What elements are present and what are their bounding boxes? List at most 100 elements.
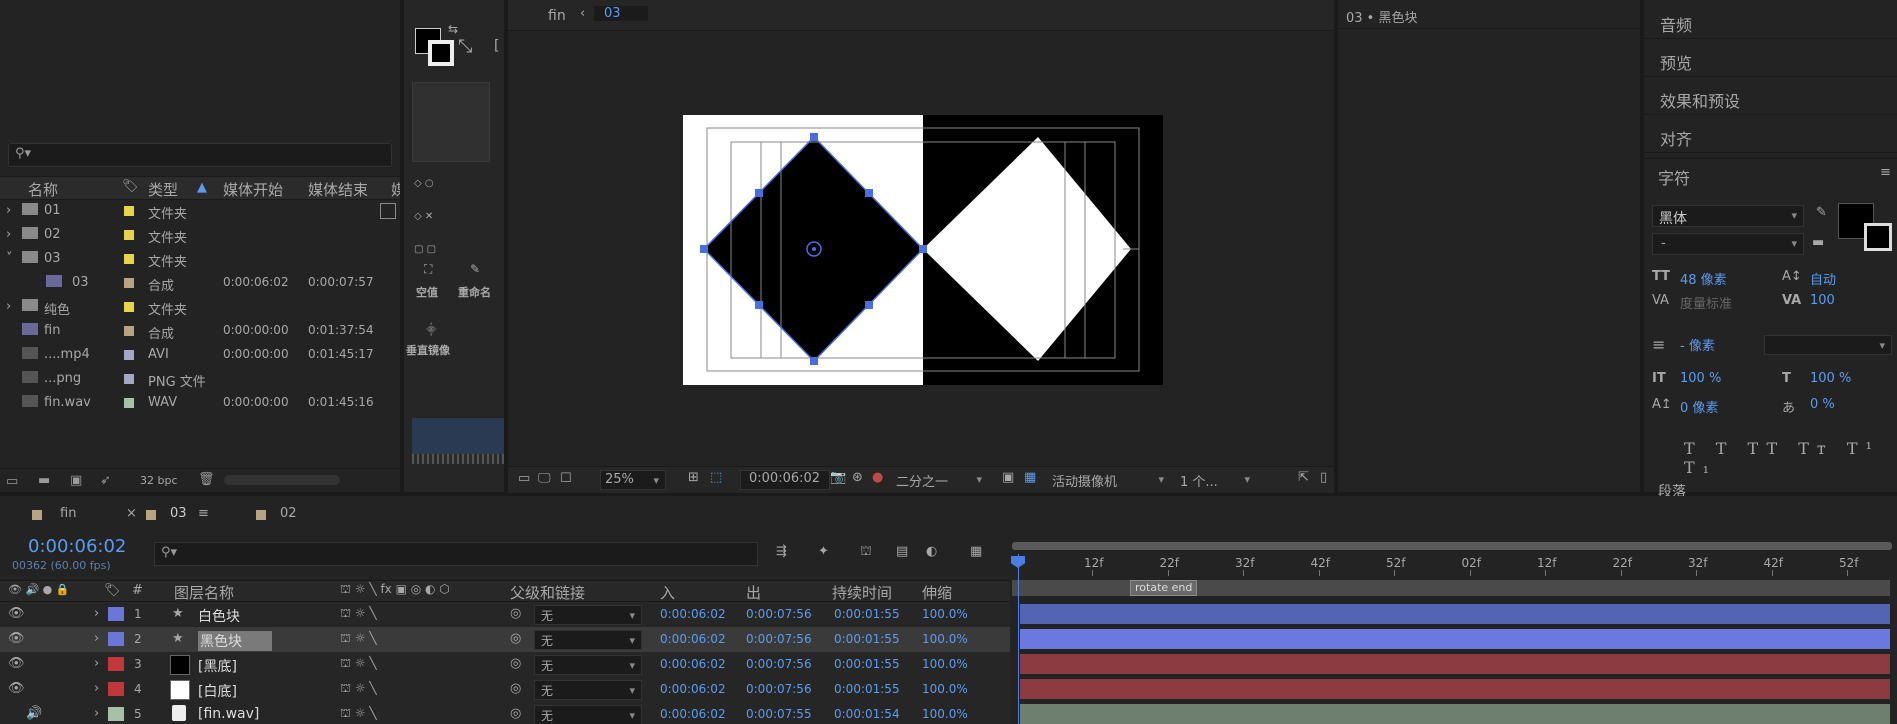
- horizontal-scale-value[interactable]: 100 %: [1810, 371, 1851, 386]
- col-layer-name[interactable]: 图层名称: [174, 582, 234, 603]
- parent-dropdown[interactable]: 无: [534, 705, 642, 724]
- project-item[interactable]: ˅ 03 文件夹: [0, 247, 400, 271]
- layer-row[interactable]: 👁 › 4 [白底] ⛫ ☼ ╲ ◎ 无 0:00:06:02 0:00:07:56 0:00:0…: [0, 677, 1010, 703]
- select-tool-icon[interactable]: ⤡: [458, 36, 472, 57]
- tab-02[interactable]: 02: [256, 506, 336, 526]
- panel-effects[interactable]: 效果和预设: [1644, 82, 1897, 115]
- tool-option[interactable]: ◇ ○: [414, 178, 434, 189]
- stroke-width-value[interactable]: - 像素: [1680, 335, 1715, 354]
- layer-stretch[interactable]: 100.0%: [922, 607, 968, 621]
- current-time[interactable]: 0:00:06:02: [28, 536, 126, 557]
- eye-icon[interactable]: 👁: [8, 656, 25, 671]
- tsume-value[interactable]: 0 %: [1810, 397, 1835, 412]
- zoom-dropdown[interactable]: 25%: [600, 470, 666, 490]
- col-parent[interactable]: 父级和链接: [510, 582, 585, 603]
- layer-row[interactable]: 👁 › 1 ★ 白色块 ⛫ ☼ ╲ ◎ 无 0:00:06:02 0:00:07:56 0:00:0…: [0, 602, 1010, 628]
- rename-icon[interactable]: ✎: [470, 262, 480, 276]
- rename-label[interactable]: 重命名: [458, 284, 491, 300]
- expand-icon[interactable]: ˅: [6, 251, 13, 266]
- resolution-dropdown[interactable]: 二分之一: [892, 470, 988, 490]
- expand-icon[interactable]: ›: [94, 681, 99, 696]
- roi-icon[interactable]: ▣: [1002, 470, 1014, 485]
- flip-vertical-label[interactable]: 垂直镜像: [406, 342, 450, 358]
- expand-icon[interactable]: ›: [94, 631, 99, 646]
- tab-menu-icon[interactable]: ≡: [198, 506, 209, 521]
- project-item[interactable]: › 01 文件夹: [0, 199, 400, 223]
- comp-canvas[interactable]: [683, 115, 1163, 385]
- vertical-scale-value[interactable]: 100 %: [1680, 371, 1721, 386]
- layer-out[interactable]: 0:00:07:56: [746, 632, 812, 646]
- switches-icons[interactable]: ⛫ ☼ ╲: [340, 656, 377, 672]
- kerning-value[interactable]: 度量标准: [1680, 293, 1732, 312]
- panel-menu-icon[interactable]: ≡: [1880, 165, 1891, 180]
- layout-icon[interactable]: ▯: [1320, 470, 1327, 485]
- layer-out[interactable]: 0:00:07:56: [746, 657, 812, 671]
- switches-icons[interactable]: ⛫ ☼ ╲: [340, 706, 377, 722]
- tab-fin[interactable]: fin ×: [32, 506, 142, 526]
- stroke-color-box[interactable]: [1864, 223, 1892, 251]
- layer-in[interactable]: 0:00:06:02: [660, 682, 726, 696]
- new-comp-icon[interactable]: ▣: [70, 473, 82, 488]
- layer-row[interactable]: 👁 › 2 ★ 黑色块 ⛫ ☼ ╲ ◎ 无 0:00:06:02 0:00:07:56 0:00:0…: [0, 627, 1010, 653]
- col-in[interactable]: 入: [660, 582, 675, 603]
- layer-duration-bar[interactable]: [1020, 704, 1890, 724]
- parent-dropdown[interactable]: 无: [534, 605, 642, 625]
- close-icon[interactable]: ×: [126, 506, 137, 521]
- audio-toggle-icon[interactable]: 🔊: [26, 706, 42, 721]
- project-search-field[interactable]: ⚲▾: [8, 143, 392, 167]
- layer-duration-bar[interactable]: [1020, 654, 1890, 674]
- render-queue-icon[interactable]: ➶: [100, 473, 111, 488]
- timeline-search[interactable]: ⚲▾: [154, 542, 758, 566]
- layer-stretch[interactable]: 100.0%: [922, 682, 968, 696]
- eye-icon[interactable]: 👁: [8, 631, 25, 646]
- motion-blur-icon[interactable]: ◐: [926, 544, 937, 559]
- interpret-footage-icon[interactable]: ▭: [6, 474, 18, 489]
- eyedropper-icon[interactable]: ✎: [1816, 205, 1827, 220]
- project-item[interactable]: ...png PNG 文件: [0, 367, 400, 391]
- expand-icon[interactable]: ›: [94, 706, 99, 721]
- label-color[interactable]: [108, 632, 124, 646]
- comp-marker[interactable]: rotate end: [1130, 580, 1198, 596]
- layer-in[interactable]: 0:00:06:02: [660, 707, 726, 721]
- comp-name[interactable]: fin: [548, 8, 566, 24]
- eye-icon[interactable]: 👁: [8, 606, 25, 621]
- text-style-buttons[interactable]: T T TT Tт T¹ T₁: [1684, 439, 1897, 477]
- new-folder-icon[interactable]: ▬: [38, 473, 50, 488]
- time-navigator[interactable]: [1012, 542, 1892, 550]
- layer-out[interactable]: 0:00:07:55: [746, 707, 812, 721]
- project-item[interactable]: › 02 文件夹: [0, 223, 400, 247]
- frame-blend-icon[interactable]: ▤: [896, 544, 908, 559]
- leading-value[interactable]: 自动: [1810, 269, 1836, 288]
- panel-preview[interactable]: 预览: [1644, 44, 1897, 77]
- column-media-end[interactable]: 媒体结束: [308, 179, 368, 200]
- region-icon[interactable]: ⬚: [710, 470, 722, 485]
- pickwhip-icon[interactable]: ◎: [510, 631, 521, 646]
- layer-duration-bar[interactable]: [1020, 679, 1890, 699]
- layer-stretch[interactable]: 100.0%: [922, 632, 968, 646]
- stroke-color-swatch[interactable]: [428, 40, 454, 66]
- label-color[interactable]: [108, 682, 124, 696]
- layer-name[interactable]: [fin.wav]: [198, 706, 259, 722]
- col-stretch[interactable]: 伸缩: [922, 582, 952, 603]
- font-style-dropdown[interactable]: -: [1652, 233, 1804, 255]
- work-area-bar[interactable]: rotate end: [1012, 580, 1890, 596]
- layer-duration[interactable]: 0:00:01:55: [834, 632, 900, 646]
- timecode-field[interactable]: 0:00:06:02: [740, 470, 830, 490]
- comp-tab[interactable]: 03: [594, 6, 648, 21]
- eye-icon[interactable]: 👁: [8, 681, 25, 696]
- layer-panel-title[interactable]: 03 • 黑色块: [1346, 7, 1417, 26]
- expand-icon[interactable]: ›: [6, 299, 11, 314]
- playhead-line[interactable]: [1018, 554, 1019, 724]
- thumbnail-slider[interactable]: [224, 475, 340, 485]
- layer-duration[interactable]: 0:00:01:55: [834, 607, 900, 621]
- comp-flowchart-icon[interactable]: ⇶: [776, 544, 787, 559]
- panel-audio[interactable]: 音频: [1644, 6, 1897, 39]
- null-object-icon[interactable]: ⛶: [424, 262, 432, 277]
- tracking-value[interactable]: 100: [1810, 293, 1835, 308]
- rgb-icon[interactable]: ●: [872, 470, 883, 485]
- flowchart-icon[interactable]: [380, 203, 396, 219]
- label-color[interactable]: [108, 707, 124, 721]
- expand-icon[interactable]: ›: [94, 606, 99, 621]
- monitor-icon[interactable]: 🖵: [538, 471, 551, 486]
- channels-icon[interactable]: ⊛: [852, 470, 863, 485]
